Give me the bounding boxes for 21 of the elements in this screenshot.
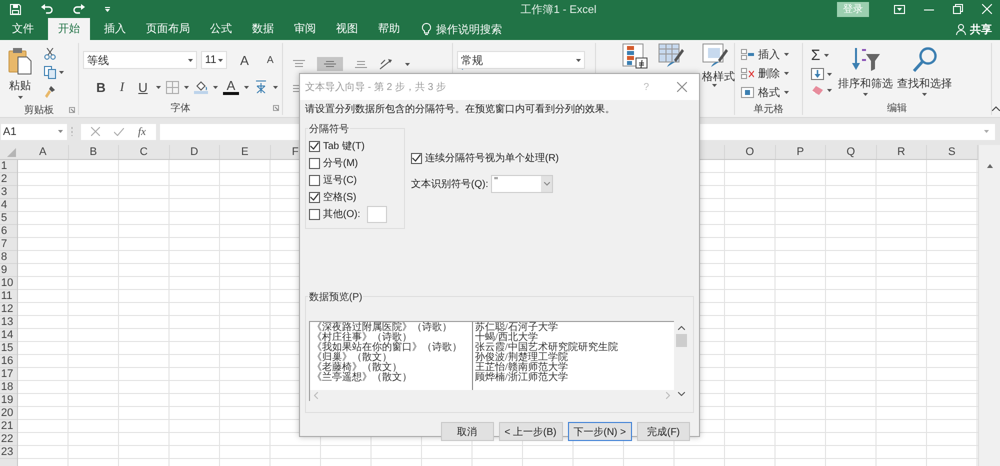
preview-cell-text: 苏仁聪/石河子大学: [475, 323, 559, 333]
preview-cell-text: 《村庄往事》（诗歌）: [312, 333, 412, 343]
group-label: 剪贴板: [24, 104, 54, 117]
group-label: 字体: [170, 102, 190, 115]
preview-cell-text: 十蝎/西北大学: [475, 333, 538, 343]
group-label: 单元格: [754, 102, 784, 116]
preview-cell-text: 《老藤椅》（散文）: [312, 363, 403, 373]
group-legend: 分隔符号: [308, 122, 350, 136]
instruction-text: 请设置分列数据所包含的分隔符号。在预览窗口内可看到分列的效果。: [305, 103, 616, 117]
group-label: 编辑: [887, 102, 907, 115]
window-title: 工作簿1 - Excel: [520, 2, 598, 16]
preview-cell-text: 《归巢》（散文）: [312, 353, 393, 363]
dialog-title: 文本导入向导 - 第 2 步，共 3 步: [305, 80, 446, 94]
preview-cell-text: 顾烨楠/浙江师范大学: [475, 373, 569, 383]
preview-cell-text: 王芷怡/赣南师范大学: [475, 363, 569, 373]
preview-cell-text: 《兰亭遥想》（散文）: [312, 373, 413, 383]
preview-cell-text: 孙俊波/荆楚理工学院: [475, 353, 569, 363]
preview-cell-text: 《我如果站在你的窗口》（诗歌）: [312, 343, 463, 353]
preview-cell: 张云霞/中国艺术研究院研究生院: [475, 343, 618, 353]
group-legend: 数据预览(P): [308, 290, 364, 304]
qualifier-label: 文本识别符号(Q):: [411, 178, 488, 191]
